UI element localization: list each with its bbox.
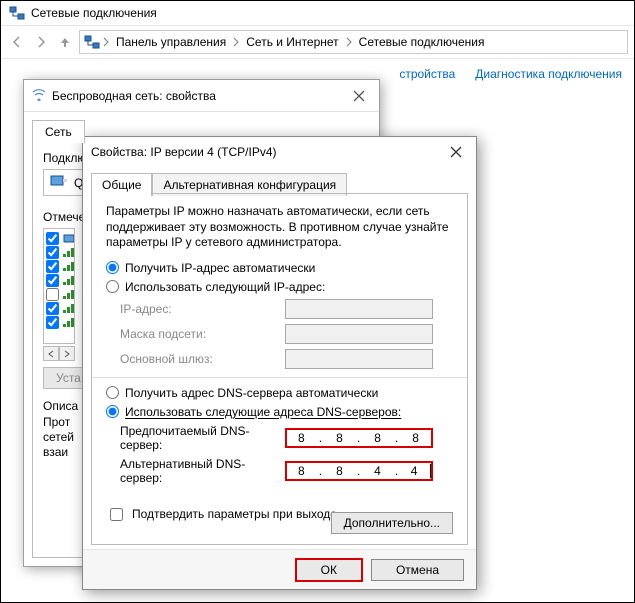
chevron-right-icon — [345, 37, 353, 47]
component-checkbox[interactable] — [46, 274, 59, 287]
breadcrumb-item[interactable]: Панель управления — [112, 33, 230, 51]
radio-auto-ip-label: Получить IP-адрес автоматически — [125, 261, 315, 275]
component-checkbox[interactable] — [46, 232, 59, 245]
network-icon — [84, 34, 100, 50]
alternate-dns-input[interactable]: 8. 8. 4. 4 — [285, 461, 433, 481]
protocol-icon — [63, 303, 75, 315]
component-item[interactable] — [46, 232, 72, 245]
protocol-icon — [63, 317, 75, 329]
component-item[interactable] — [46, 246, 72, 259]
info-text: Параметры IP можно назначать автоматичес… — [106, 204, 453, 251]
horizontal-scrollbar[interactable] — [43, 346, 75, 361]
protocol-icon — [63, 261, 75, 273]
component-checkbox[interactable] — [46, 316, 59, 329]
preferred-dns-label: Предпочитаемый DNS-сервер: — [120, 424, 285, 452]
scroll-right-icon[interactable] — [59, 347, 74, 360]
toolbar-link-devices[interactable]: стройства — [399, 67, 455, 81]
protocol-icon — [63, 247, 75, 259]
breadcrumb-item[interactable]: Сеть и Интернет — [242, 33, 342, 51]
advanced-button[interactable]: Дополнительно... — [331, 512, 453, 534]
radio-manual-ip[interactable] — [106, 280, 119, 293]
component-checkbox[interactable] — [46, 302, 59, 315]
back-arrow-icon[interactable] — [7, 32, 27, 52]
forward-arrow-icon[interactable] — [31, 32, 51, 52]
dialog-title: Беспроводная сеть: свойства — [52, 89, 341, 103]
component-item[interactable] — [46, 302, 72, 315]
radio-manual-dns[interactable] — [106, 405, 119, 418]
window-title: Сетевые подключения — [31, 6, 157, 20]
component-checkbox[interactable] — [46, 246, 59, 259]
toolbar-link-diagnostics[interactable]: Диагностика подключения — [475, 67, 622, 81]
wifi-icon — [32, 87, 46, 104]
breadcrumb-item[interactable]: Сетевые подключения — [355, 33, 489, 51]
radio-manual-dns-label: Использовать следующие адреса DNS-сервер… — [125, 405, 401, 419]
chevron-right-icon — [102, 37, 110, 47]
ip-address-label: IP-адрес: — [120, 302, 285, 316]
up-arrow-icon[interactable] — [55, 32, 75, 52]
tab-general[interactable]: Общие — [91, 173, 152, 196]
component-item[interactable] — [46, 274, 72, 287]
adapter-icon — [50, 174, 68, 191]
breadcrumb[interactable]: Панель управления Сеть и Интернет Сетевы… — [79, 30, 628, 54]
close-icon[interactable] — [444, 140, 468, 164]
tab-network[interactable]: Сеть — [32, 120, 85, 143]
separator — [92, 377, 467, 378]
client-icon — [63, 233, 75, 245]
component-checkbox[interactable] — [46, 288, 59, 301]
protocol-icon — [63, 275, 75, 287]
window-titlebar: Сетевые подключения — [1, 1, 634, 25]
close-icon[interactable] — [347, 84, 371, 108]
gateway-input: . . . — [285, 349, 433, 369]
radio-auto-ip[interactable] — [106, 261, 119, 274]
preferred-dns-input[interactable]: 8. 8. 8. 8 — [285, 428, 433, 448]
dialog-title: Свойства: IP версии 4 (TCP/IPv4) — [91, 145, 444, 159]
validate-on-exit-checkbox[interactable] — [110, 508, 123, 521]
validate-on-exit-label: Подтвердить параметры при выходе — [132, 507, 337, 521]
scroll-left-icon[interactable] — [44, 347, 59, 360]
radio-manual-ip-label: Использовать следующий IP-адрес: — [125, 280, 325, 294]
protocol-icon — [63, 289, 75, 301]
subnet-mask-label: Маска подсети: — [120, 327, 285, 341]
alternate-dns-label: Альтернативный DNS-сервер: — [120, 457, 285, 485]
component-checkbox[interactable] — [46, 260, 59, 273]
component-item[interactable] — [46, 288, 72, 301]
subnet-mask-input: . . . — [285, 324, 433, 344]
ipv4-properties-dialog: Свойства: IP версии 4 (TCP/IPv4) Общие А… — [82, 136, 477, 590]
component-item[interactable] — [46, 260, 72, 273]
chevron-right-icon — [232, 37, 240, 47]
component-item[interactable] — [46, 316, 72, 329]
ip-address-input: . . . — [285, 299, 433, 319]
cancel-button[interactable]: Отмена — [371, 559, 464, 581]
radio-auto-dns-label: Получить адрес DNS-сервера автоматически — [125, 386, 378, 400]
gateway-label: Основной шлюз: — [120, 352, 285, 366]
radio-auto-dns[interactable] — [106, 386, 119, 399]
network-icon — [9, 5, 25, 21]
ok-button[interactable]: ОК — [295, 558, 363, 582]
